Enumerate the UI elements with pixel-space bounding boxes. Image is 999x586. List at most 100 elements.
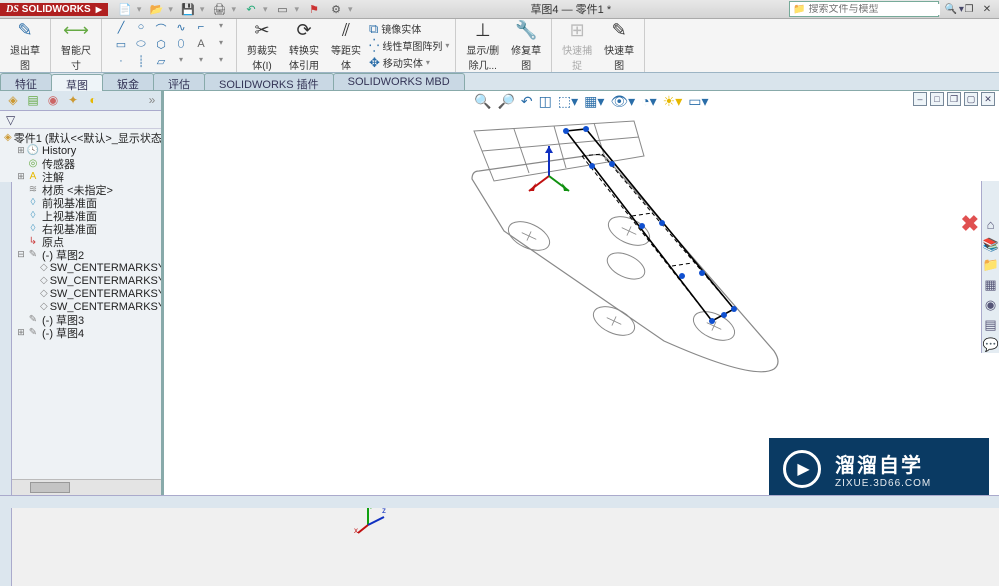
print-icon[interactable]: 🖨: [212, 2, 226, 16]
ribbon-group-modify: ✂ 剪裁实 体(I) ⟳ 转换实 体引用 ⫽ 等距实 体 ⧉镜像实体 ⁛线性草图…: [237, 19, 456, 72]
circle-tool-icon[interactable]: ○: [132, 21, 150, 37]
doc-minimize-icon[interactable]: –: [913, 92, 927, 106]
app-logo: DS SOLIDWORKS ▶: [0, 3, 108, 16]
logo-dropdown-icon[interactable]: ▶: [96, 5, 102, 14]
doc-maximize-icon[interactable]: ▢: [964, 92, 978, 106]
search-input[interactable]: [808, 4, 940, 15]
fillet-tool-icon[interactable]: ⌐: [192, 21, 210, 37]
new-file-icon[interactable]: 📄: [118, 2, 132, 16]
feature-tree-tab-icon[interactable]: ◈: [4, 93, 22, 109]
close-icon[interactable]: ✕: [979, 2, 995, 16]
move-button[interactable]: ✥移动实体▾: [369, 55, 430, 71]
trim-button[interactable]: ✂ 剪裁实 体(I): [243, 18, 281, 74]
minimize-icon[interactable]: –: [943, 2, 959, 16]
quick-access-toolbar: 📄▾ 📂▾ 💾▾ 🖨▾ ↶▾ ▭▾ ⚑ ⚙▾: [118, 2, 353, 16]
chevron-down-icon[interactable]: ▾: [192, 55, 210, 71]
ribbon-group-snap: ⊞ 快速捕 捉 ✎ 快速草 图: [552, 19, 645, 72]
pattern-button[interactable]: ⁛线性草图阵列▾: [369, 38, 449, 54]
rebuild-icon[interactable]: ⚑: [307, 2, 321, 16]
chevron-down-icon[interactable]: ▾: [212, 38, 230, 54]
ellipse-tool-icon[interactable]: ⬯: [172, 38, 190, 54]
expand-icon[interactable]: »: [143, 93, 161, 109]
property-tab-icon[interactable]: ▤: [24, 93, 42, 109]
library-icon[interactable]: 📚: [983, 237, 999, 253]
display-tab-icon[interactable]: ◐: [84, 93, 102, 109]
forum-icon[interactable]: 💬: [983, 337, 999, 353]
tree-root[interactable]: ◈零件1 (默认<<默认>_显示状态: [0, 131, 161, 144]
smart-dimension-button[interactable]: ⟷ 智能尺 寸: [57, 18, 95, 74]
config-tab-icon[interactable]: ◉: [44, 93, 62, 109]
tree-filter[interactable]: ▽: [0, 111, 161, 129]
model-geometry: [334, 101, 814, 441]
properties-icon[interactable]: ▤: [983, 317, 999, 333]
doc-restore-icon[interactable]: ❐: [947, 92, 961, 106]
chevron-down-icon[interactable]: ▾: [212, 55, 230, 71]
rectangle-tool-icon[interactable]: ▭: [112, 38, 130, 54]
ribbon-group-dimension: ⟷ 智能尺 寸: [51, 19, 102, 72]
app-name: SOLIDWORKS: [22, 4, 91, 15]
tree-centermark[interactable]: ◇SW_CENTERMARKSYM: [0, 261, 161, 274]
polygon-tool-icon[interactable]: ⬡: [152, 38, 170, 54]
tab-sheetmetal[interactable]: 钣金: [102, 73, 154, 90]
select-icon[interactable]: ▭: [276, 2, 290, 16]
plane-tool-icon[interactable]: ▱: [152, 55, 170, 71]
command-tabs: 特征 草图 钣金 评估 SOLIDWORKS 插件 SOLIDWORKS MBD: [0, 73, 999, 91]
restore-icon[interactable]: ❐: [961, 2, 977, 16]
tree-sketch4[interactable]: ⊞✎(-) 草图4: [0, 326, 161, 339]
display-delete-button[interactable]: ⊥ 显示/删 除几...: [462, 18, 503, 74]
dimxpert-tab-icon[interactable]: ✦: [64, 93, 82, 109]
search-box[interactable]: 📁 🔍▾: [789, 1, 939, 17]
watermark-badge: ▶ 溜溜自学 ZIXUE.3D66.COM: [769, 438, 989, 500]
tree-centermark[interactable]: ◇SW_CENTERMARKSYM: [0, 274, 161, 287]
tree-scrollbar[interactable]: [0, 479, 161, 495]
line-tool-icon[interactable]: ╱: [112, 21, 130, 37]
status-bar: [0, 495, 999, 508]
arc-tool-icon[interactable]: ⌒: [152, 21, 170, 37]
mirror-icon: ⧉: [369, 21, 378, 37]
doc-tile-icon[interactable]: □: [930, 92, 944, 106]
doc-close-icon[interactable]: ✕: [981, 92, 995, 106]
tab-addins[interactable]: SOLIDWORKS 插件: [204, 73, 334, 90]
offset-button[interactable]: ⫽ 等距实 体: [327, 18, 365, 74]
confirm-corner-cancel-icon[interactable]: ✖: [961, 211, 979, 237]
tab-evaluate[interactable]: 评估: [153, 73, 205, 90]
appearances-icon[interactable]: ◉: [983, 297, 999, 313]
svg-text:x: x: [354, 526, 358, 535]
save-icon[interactable]: 💾: [181, 2, 195, 16]
view-palette-icon[interactable]: ▦: [983, 277, 999, 293]
tab-sketch[interactable]: 草图: [51, 74, 103, 91]
tab-features[interactable]: 特征: [0, 73, 52, 90]
resources-icon[interactable]: ⌂: [983, 217, 999, 233]
feature-tree[interactable]: ◈零件1 (默认<<默认>_显示状态 ⊞🕓History ◎传感器 ⊞A注解 ≋…: [0, 129, 161, 479]
task-pane: ⌂ 📚 📁 ▦ ◉ ▤ 💬: [981, 181, 999, 353]
undo-icon[interactable]: ↶: [244, 2, 258, 16]
convert-button[interactable]: ⟳ 转换实 体引用: [285, 18, 323, 74]
spline-tool-icon[interactable]: ∿: [172, 21, 190, 37]
chevron-down-icon[interactable]: ▾: [212, 21, 230, 37]
mirror-button[interactable]: ⧉镜像实体: [369, 21, 421, 37]
tab-mbd[interactable]: SOLIDWORKS MBD: [333, 73, 465, 90]
manager-tabs: ◈ ▤ ◉ ✦ ◐ »: [0, 91, 161, 111]
tree-centermark[interactable]: ◇SW_CENTERMARKSYM: [0, 287, 161, 300]
window-controls: – ❐ ✕: [943, 2, 995, 16]
text-tool-icon[interactable]: A: [192, 38, 210, 54]
chevron-down-icon[interactable]: ▾: [172, 55, 190, 71]
title-bar: DS SOLIDWORKS ▶ 📄▾ 📂▾ 💾▾ 🖨▾ ↶▾ ▭▾ ⚑ ⚙▾ 草…: [0, 0, 999, 19]
graphics-viewport[interactable]: 🔍 🔎 ↶ ◫ ⬚▾ ▦▾ 👁▾ ◔▾ ☀▾ ▭▾ – □ ❐ ▢ ✕ ✖: [164, 91, 999, 495]
open-file-icon[interactable]: 📂: [149, 2, 163, 16]
ribbon-group-sketch-tools: ╱ ○ ⌒ ∿ ⌐ ▾ ▭ ⬭ ⬡ ⬯ A ▾ · ┊ ▱ ▾ ▾ ▾: [102, 19, 237, 72]
point-tool-icon[interactable]: ·: [112, 55, 130, 71]
quick-sketch-button[interactable]: ✎ 快速草 图: [600, 18, 638, 74]
centerline-tool-icon[interactable]: ┊: [132, 55, 150, 71]
exit-sketch-button[interactable]: ✎ 退出草 图: [6, 18, 44, 74]
slot-tool-icon[interactable]: ⬭: [132, 38, 150, 54]
options-icon[interactable]: ⚙: [329, 2, 343, 16]
tree-history[interactable]: ⊞🕓History: [0, 144, 161, 157]
tree-sketch2[interactable]: ⊟✎(-) 草图2: [0, 248, 161, 261]
explorer-icon[interactable]: 📁: [983, 257, 999, 273]
tree-right-plane[interactable]: ◊右视基准面: [0, 222, 161, 235]
snap-button[interactable]: ⊞ 快速捕 捉: [558, 18, 596, 74]
repair-button[interactable]: 🔧 修复草 图: [507, 18, 545, 74]
tree-sensors[interactable]: ◎传感器: [0, 157, 161, 170]
ribbon: ✎ 退出草 图 ⟷ 智能尺 寸 ╱ ○ ⌒ ∿ ⌐ ▾ ▭ ⬭ ⬡ ⬯ A ▾ …: [0, 19, 999, 73]
